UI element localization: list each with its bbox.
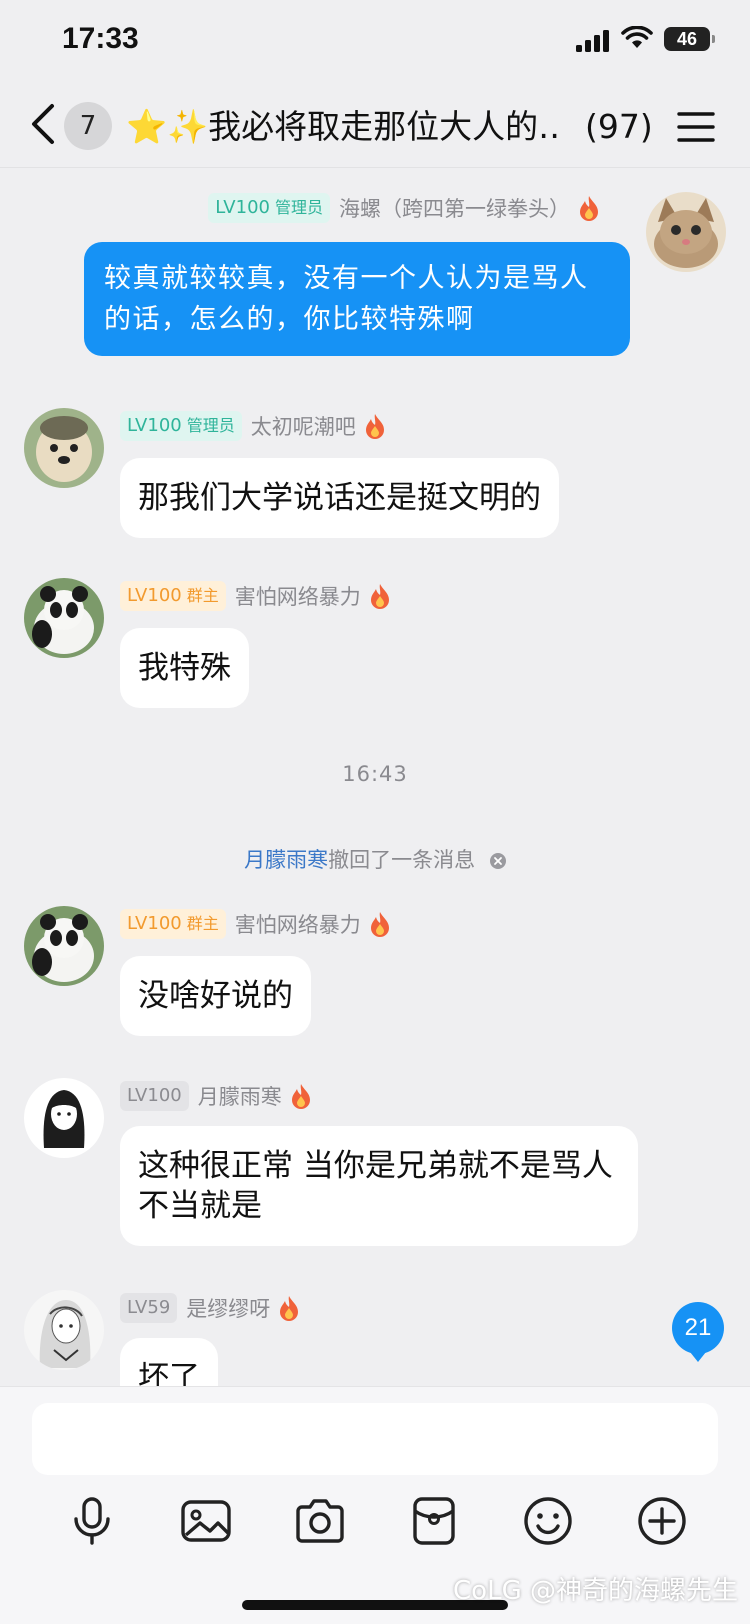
recall-text: 撤回了一条消息 — [328, 848, 476, 872]
level-badge: LV100 群主 — [120, 581, 226, 611]
avatar[interactable] — [24, 408, 104, 488]
fire-icon — [291, 1084, 310, 1109]
sender-name[interactable]: 太初呢潮吧 — [251, 411, 356, 441]
fire-icon — [280, 1296, 299, 1321]
wifi-icon — [621, 26, 653, 48]
level-badge: LV100 管理员 — [120, 411, 242, 441]
level-badge: LV100 — [120, 1081, 189, 1111]
battery-icon: 46 — [664, 27, 715, 51]
sender-name[interactable]: 害怕网络暴力 — [235, 909, 361, 939]
fire-icon — [365, 414, 384, 439]
avatar[interactable] — [646, 192, 726, 272]
avatar[interactable] — [24, 578, 104, 658]
watermark: CoLG @神奇的海螺先生 — [453, 1576, 738, 1606]
message-input[interactable] — [32, 1403, 718, 1475]
group-title[interactable]: ⭐✨我必将取走那位大人的… — [126, 102, 558, 152]
mic-icon[interactable] — [64, 1493, 120, 1549]
sender-meta: LV100 月朦雨寒 — [120, 1080, 312, 1112]
unread-count-badge[interactable]: 7 — [64, 102, 112, 150]
sender-meta: LV59 是缪缪呀 — [120, 1292, 300, 1324]
sender-name[interactable]: 月朦雨寒 — [198, 1081, 282, 1111]
sender-meta: LV100 管理员 海螺（跨四第一绿拳头） — [208, 192, 600, 224]
message-bubble[interactable]: 我特殊 — [120, 628, 249, 708]
sender-name[interactable]: 是缪缪呀 — [186, 1293, 270, 1323]
message-list[interactable]: LV100 管理员 海螺（跨四第一绿拳头） 较真就较较真，没有一个人认为是骂人的… — [0, 168, 750, 1386]
time-divider: 16:43 — [342, 762, 408, 786]
sender-meta: LV100 管理员 太初呢潮吧 — [120, 410, 386, 442]
image-icon[interactable] — [178, 1493, 234, 1549]
member-count[interactable]: (97) — [585, 102, 653, 152]
chat-header: 7 ⭐✨我必将取走那位大人的… (97) — [0, 88, 750, 168]
avatar[interactable] — [24, 1290, 104, 1370]
fire-icon — [370, 584, 389, 609]
message-bubble[interactable]: 坏了 — [120, 1338, 218, 1386]
close-icon[interactable] — [489, 853, 506, 869]
status-bar: 17:33 46 — [0, 0, 750, 88]
message-bubble[interactable]: 这种很正常 当你是兄弟就不是骂人 不当就是 — [120, 1126, 638, 1246]
back-icon[interactable] — [28, 102, 58, 146]
fire-icon — [580, 196, 598, 221]
signal-icon — [576, 30, 609, 52]
level-badge: LV100 管理员 — [208, 193, 330, 223]
level-badge: LV59 — [120, 1293, 178, 1323]
recall-notice: 月朦雨寒撤回了一条消息 — [0, 844, 750, 874]
level-badge: LV100 群主 — [120, 909, 226, 939]
menu-icon[interactable] — [676, 110, 716, 144]
message-bubble[interactable]: 那我们大学说话还是挺文明的 — [120, 458, 559, 538]
plus-icon[interactable] — [634, 1493, 690, 1549]
red-packet-icon[interactable] — [406, 1493, 462, 1549]
sender-name[interactable]: 海螺（跨四第一绿拳头） — [339, 193, 570, 223]
avatar[interactable] — [24, 1078, 104, 1158]
camera-icon[interactable] — [292, 1493, 348, 1549]
recall-user-name[interactable]: 月朦雨寒 — [244, 848, 328, 872]
fire-icon — [370, 912, 389, 937]
new-messages-badge[interactable]: 21 — [672, 1302, 724, 1362]
avatar[interactable] — [24, 906, 104, 986]
emoji-icon[interactable] — [520, 1493, 576, 1549]
sender-name[interactable]: 害怕网络暴力 — [235, 581, 361, 611]
sender-meta: LV100 群主 害怕网络暴力 — [120, 580, 391, 612]
sender-meta: LV100 群主 害怕网络暴力 — [120, 908, 391, 940]
message-bubble[interactable]: 没啥好说的 — [120, 956, 311, 1036]
status-time: 17:33 — [62, 22, 139, 55]
message-bubble[interactable]: 较真就较较真，没有一个人认为是骂人的话，怎么的，你比较特殊啊 — [84, 242, 630, 356]
